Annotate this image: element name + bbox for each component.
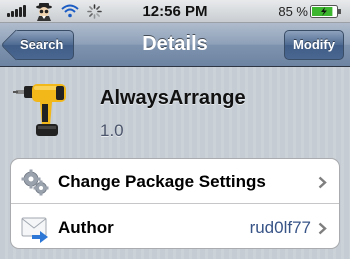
drill-icon (13, 84, 66, 136)
modify-button[interactable]: Modify (284, 30, 344, 60)
row-label: Change Package Settings (58, 172, 266, 191)
back-button-search[interactable]: Search (16, 30, 74, 60)
mail-icon (21, 217, 48, 243)
navigation-bar: Search Details Modify (0, 23, 350, 67)
package-version: 1.0 (100, 121, 124, 140)
row-author[interactable]: Author rud0lf77 (11, 205, 339, 248)
author-value: rud0lf77 (249, 218, 311, 237)
row-change-package-settings[interactable]: Change Package Settings (11, 159, 339, 204)
status-bar: 12:56 PM 85 % (0, 0, 350, 23)
row-label: Author (58, 218, 114, 237)
gears-icon (21, 169, 49, 196)
actions-table: Change Package Settings Author rud0lf77 (10, 158, 340, 249)
chevron-right-icon (318, 176, 327, 189)
package-name: AlwaysArrange (100, 87, 246, 109)
chevron-right-icon (318, 222, 327, 235)
battery-percent: 85 % (278, 4, 308, 19)
battery-icon (310, 5, 341, 18)
